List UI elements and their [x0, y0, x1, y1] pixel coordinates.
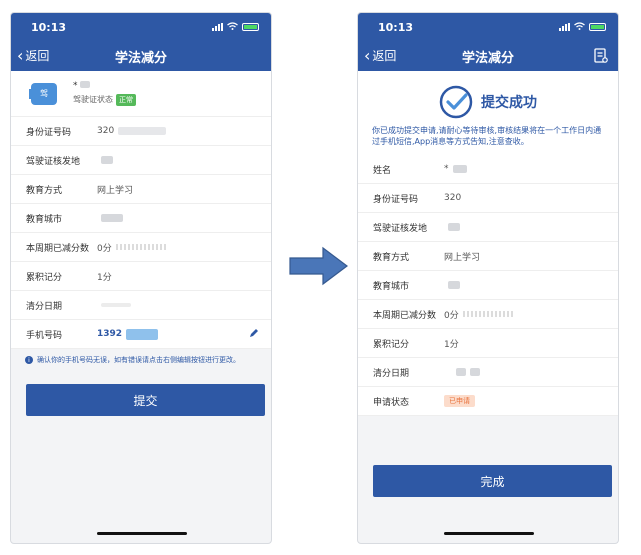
row-value: 0分 — [444, 310, 459, 321]
row-label: 驾驶证核发地 — [26, 156, 81, 167]
success-card: 提交成功 你已成功提交申请,请耐心等待审核,审核结果将在一个工作日内通过手机短信… — [358, 71, 618, 416]
phone-screen-submit: 10:13 ‹ 返回 学法减分 驾 * 驾驶证状态 正常 身份证号码 320 驾… — [10, 12, 272, 544]
row-label: 教育方式 — [26, 185, 63, 196]
phone-screen-success: 10:13 ‹ 返回 学法减分 提交成功 你已成功提交申请,请耐心等待审核,审核… — [357, 12, 619, 544]
info-row-edu-city: 教育城市 — [358, 271, 618, 300]
info-row-points: 累积记分 1分 — [358, 329, 618, 358]
phone-number-row: 手机号码 1392 — [11, 320, 271, 349]
row-label: 本周期已减分数 — [373, 310, 437, 321]
wifi-icon — [574, 21, 585, 33]
row-value: 1分 — [444, 339, 459, 350]
phone-notice: i 确认你的手机号码无误，如有错误请点击右侧编辑按钮进行更改。 — [11, 349, 271, 365]
info-row-edu-method: 教育方式 网上学习 — [11, 175, 271, 204]
row-label: 累积记分 — [26, 272, 63, 283]
info-row-deducted: 本周期已减分数 0分 — [358, 300, 618, 329]
signal-icon — [559, 23, 570, 31]
notice-text: 确认你的手机号码无误，如有错误请点击右侧编辑按钮进行更改。 — [37, 356, 240, 364]
row-label: 申请状态 — [373, 397, 410, 408]
license-info-card: 驾 * 驾驶证状态 正常 身份证号码 320 驾驶证核发地 教育方式 网上学习 教… — [11, 71, 271, 349]
row-label: 教育城市 — [26, 214, 63, 225]
info-row-issuer: 驾驶证核发地 — [11, 146, 271, 175]
row-label: 驾驶证核发地 — [373, 223, 428, 234]
battery-icon — [242, 23, 259, 31]
battery-icon — [589, 23, 606, 31]
profile-name: * — [73, 81, 136, 91]
info-row-name: 姓名 * — [358, 155, 618, 184]
info-row-id: 身份证号码 320 — [358, 184, 618, 213]
license-status-label: 驾驶证状态 — [73, 95, 113, 104]
info-row-edu-city: 教育城市 — [11, 204, 271, 233]
checkmark-circle-icon — [439, 85, 473, 119]
row-value: * — [444, 164, 449, 174]
status-time: 10:13 — [378, 20, 414, 34]
row-value: 网上学习 — [97, 185, 134, 196]
back-button[interactable]: ‹ 返回 — [17, 47, 49, 64]
row-value: 网上学习 — [444, 252, 481, 263]
row-label: 清分日期 — [373, 368, 410, 379]
arrow-right-icon — [289, 246, 348, 286]
row-value: 0分 — [97, 243, 112, 254]
row-value: 320 — [97, 126, 115, 136]
license-icon: 驾 — [31, 82, 57, 105]
row-label: 本周期已减分数 — [26, 243, 90, 254]
row-label: 累积记分 — [373, 339, 410, 350]
status-badge: 正常 — [116, 94, 136, 106]
info-row-clear-date: 清分日期 — [358, 358, 618, 387]
document-icon[interactable] — [594, 48, 608, 68]
info-row-issuer: 驾驶证核发地 — [358, 213, 618, 242]
row-label: 身份证号码 — [373, 194, 419, 205]
home-indicator — [97, 532, 187, 535]
page-title: 学法减分 — [461, 50, 514, 66]
back-label: 返回 — [372, 49, 397, 63]
apply-status-badge: 已申请 — [444, 395, 475, 407]
row-label: 教育方式 — [373, 252, 410, 263]
info-row-clear-date: 清分日期 — [11, 291, 271, 320]
back-label: 返回 — [25, 49, 50, 63]
status-time: 10:13 — [31, 20, 67, 34]
page-title: 学法减分 — [114, 50, 167, 66]
success-message: 你已成功提交申请,请耐心等待审核,审核结果将在一个工作日内通过手机短信,App消… — [372, 126, 602, 146]
row-value: 320 — [444, 193, 462, 203]
row-label: 教育城市 — [373, 281, 410, 292]
profile-header: 驾 * 驾驶证状态 正常 — [11, 71, 271, 117]
status-bar: 10:13 — [358, 13, 618, 41]
phone-label: 手机号码 — [26, 330, 63, 341]
status-bar: 10:13 — [11, 13, 271, 41]
success-header: 提交成功 — [358, 71, 618, 119]
back-chevron-icon: ‹ — [17, 45, 24, 65]
success-title: 提交成功 — [481, 95, 537, 111]
row-value: 1分 — [97, 272, 112, 283]
info-icon: i — [25, 356, 33, 364]
phone-number-value: 1392 — [97, 329, 123, 339]
info-row-apply-status: 申请状态 已申请 — [358, 387, 618, 416]
back-chevron-icon: ‹ — [364, 45, 371, 65]
info-row-points: 累积记分 1分 — [11, 262, 271, 291]
wifi-icon — [227, 21, 238, 33]
row-label: 姓名 — [373, 165, 392, 176]
edit-icon[interactable] — [249, 328, 259, 341]
info-row-edu-method: 教育方式 网上学习 — [358, 242, 618, 271]
back-button[interactable]: ‹ 返回 — [364, 47, 396, 64]
row-label: 身份证号码 — [26, 127, 72, 138]
home-indicator — [444, 532, 534, 535]
signal-icon — [212, 23, 223, 31]
submit-button[interactable]: 提交 — [26, 384, 265, 416]
nav-bar: ‹ 返回 学法减分 — [11, 41, 271, 71]
done-button[interactable]: 完成 — [373, 465, 612, 497]
info-row-id: 身份证号码 320 — [11, 117, 271, 146]
row-label: 清分日期 — [26, 301, 63, 312]
info-row-deducted: 本周期已减分数 0分 — [11, 233, 271, 262]
nav-bar: ‹ 返回 学法减分 — [358, 41, 618, 71]
